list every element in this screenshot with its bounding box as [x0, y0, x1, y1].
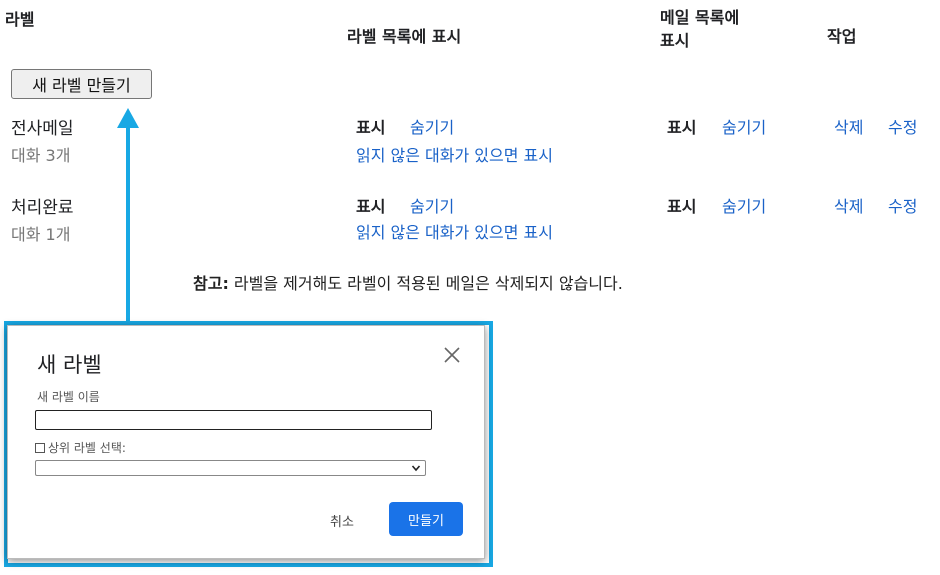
removal-note: 참고: 라벨을 제거해도 라벨이 적용된 메일은 삭제되지 않습니다.	[193, 270, 623, 294]
delete-label-link[interactable]: 삭제	[834, 193, 863, 217]
label-name: 처리완료	[11, 198, 74, 218]
cancel-button[interactable]: 취소	[330, 511, 354, 530]
label-row: 전사메일 대화 3개 표시 숨기기 읽지 않은 대화가 있으면 표시 표시 숨기…	[0, 114, 940, 174]
parent-label-checkbox-label: 상위 라벨 선택:	[48, 441, 126, 455]
label-list-hide-link[interactable]: 숨기기	[410, 114, 454, 138]
column-header-mail-list: 메일 목록에 표시	[660, 6, 739, 52]
note-prefix: 참고:	[193, 274, 229, 293]
parent-label-select[interactable]	[35, 460, 426, 476]
label-name: 전사메일	[11, 119, 74, 139]
label-count: 대화 1개	[11, 225, 71, 244]
label-list-hide-link[interactable]: 숨기기	[410, 193, 454, 217]
chevron-down-icon	[411, 465, 421, 472]
mail-list-show-selected: 표시	[667, 118, 697, 137]
mail-list-hide-link[interactable]: 숨기기	[722, 193, 766, 217]
column-header-mail-list-line1: 메일 목록에	[660, 8, 740, 27]
edit-label-link[interactable]: 수정	[888, 193, 917, 217]
note-text: 라벨을 제거해도 라벨이 적용된 메일은 삭제되지 않습니다.	[228, 274, 623, 293]
annotation-arrow-head-icon	[117, 108, 139, 128]
label-list-show-selected: 표시	[356, 118, 386, 137]
edit-label-link[interactable]: 수정	[888, 114, 917, 138]
create-label-button[interactable]: 새 라벨 만들기	[11, 69, 152, 99]
column-header-label-list: 라벨 목록에 표시	[347, 27, 462, 46]
label-row: 처리완료 대화 1개 표시 숨기기 읽지 않은 대화가 있으면 표시 표시 숨기…	[0, 193, 940, 253]
delete-label-link[interactable]: 삭제	[834, 114, 863, 138]
annotation-arrow-line	[126, 125, 130, 325]
parent-label-option[interactable]: 상위 라벨 선택:	[35, 439, 126, 456]
create-button[interactable]: 만들기	[389, 502, 463, 536]
column-header-actions: 작업	[827, 27, 857, 46]
label-name-input[interactable]	[35, 410, 432, 430]
label-count: 대화 3개	[11, 146, 71, 165]
column-header-label: 라벨	[5, 10, 35, 29]
label-list-show-selected: 표시	[356, 197, 386, 216]
label-list-unread-link[interactable]: 읽지 않은 대화가 있으면 표시	[356, 142, 553, 166]
close-icon[interactable]	[440, 343, 464, 367]
dialog-title: 새 라벨	[37, 353, 102, 377]
mail-list-show-selected: 표시	[667, 197, 697, 216]
parent-label-checkbox[interactable]	[35, 442, 45, 453]
column-header-mail-list-line2: 표시	[660, 31, 690, 50]
new-label-dialog: 새 라벨 새 라벨 이름 상위 라벨 선택: 취소 만들기	[7, 325, 485, 559]
label-settings-page: 라벨 라벨 목록에 표시 메일 목록에 표시 작업 새 라벨 만들기 전사메일 …	[0, 0, 940, 575]
label-name-field-label: 새 라벨 이름	[37, 390, 100, 404]
mail-list-hide-link[interactable]: 숨기기	[722, 114, 766, 138]
label-list-unread-link[interactable]: 읽지 않은 대화가 있으면 표시	[356, 219, 553, 243]
